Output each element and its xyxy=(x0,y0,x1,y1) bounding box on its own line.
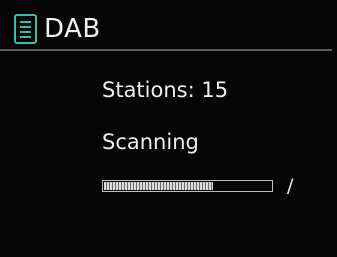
mode-header: DAB xyxy=(0,0,337,48)
dab-screen: DAB Stations: 15 Scanning / xyxy=(0,0,337,257)
scan-progress-fill xyxy=(104,182,213,190)
stations-count: Stations: 15 xyxy=(102,78,229,102)
scan-progress-bar xyxy=(102,180,273,192)
dab-radio-icon xyxy=(14,14,37,44)
scan-status: Scanning xyxy=(102,130,199,154)
header-divider xyxy=(0,49,332,51)
mode-title: DAB xyxy=(44,14,101,44)
busy-spinner: / xyxy=(287,175,294,197)
